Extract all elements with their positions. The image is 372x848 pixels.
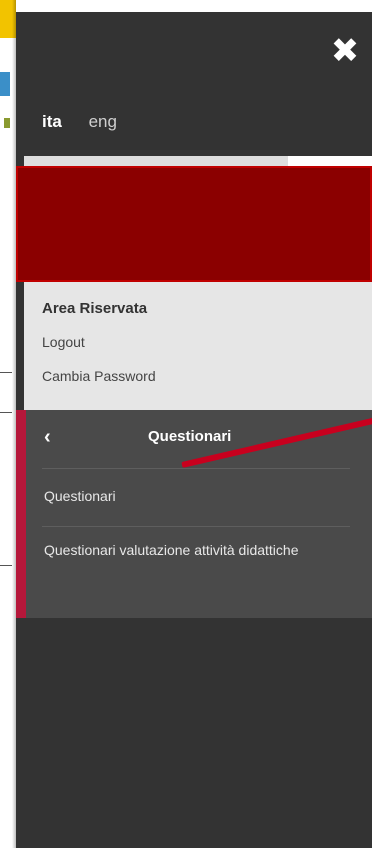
submenu-divider — [42, 526, 350, 527]
redacted-user-block — [16, 166, 372, 282]
user-info-strip-edge — [288, 156, 372, 166]
submenu-accent-bar — [16, 410, 26, 618]
reserved-area-title: Area Riservata — [42, 300, 148, 317]
language-ita[interactable]: ita — [42, 112, 62, 131]
background-logo-fragment — [4, 118, 10, 128]
background-page-strip — [0, 0, 16, 848]
change-password-link[interactable]: Cambia Password — [42, 368, 156, 384]
submenu-questionari: ‹ Questionari Questionari Questionari va… — [16, 410, 372, 618]
submenu-title: Questionari — [148, 428, 232, 445]
close-icon[interactable]: ✖ — [330, 34, 360, 68]
user-info-strip — [24, 156, 288, 166]
background-divider — [0, 412, 12, 413]
chevron-left-icon[interactable]: ‹ — [44, 426, 51, 449]
reserved-area: Area Riservata Logout Cambia Password — [24, 282, 372, 410]
submenu-divider — [42, 468, 350, 469]
submenu-item-questionari-valutazione[interactable]: Questionari valutazione attività didatti… — [44, 540, 304, 560]
screen: ✖ ita eng Area Riservata Logout Cambia P… — [0, 0, 372, 848]
background-divider — [0, 565, 12, 566]
language-switcher: ita eng — [42, 112, 139, 132]
background-divider — [0, 372, 12, 373]
logout-link[interactable]: Logout — [42, 334, 85, 350]
submenu-item-questionari[interactable]: Questionari — [44, 486, 116, 506]
background-logo-fragment — [0, 72, 10, 96]
language-eng[interactable]: eng — [89, 112, 117, 131]
